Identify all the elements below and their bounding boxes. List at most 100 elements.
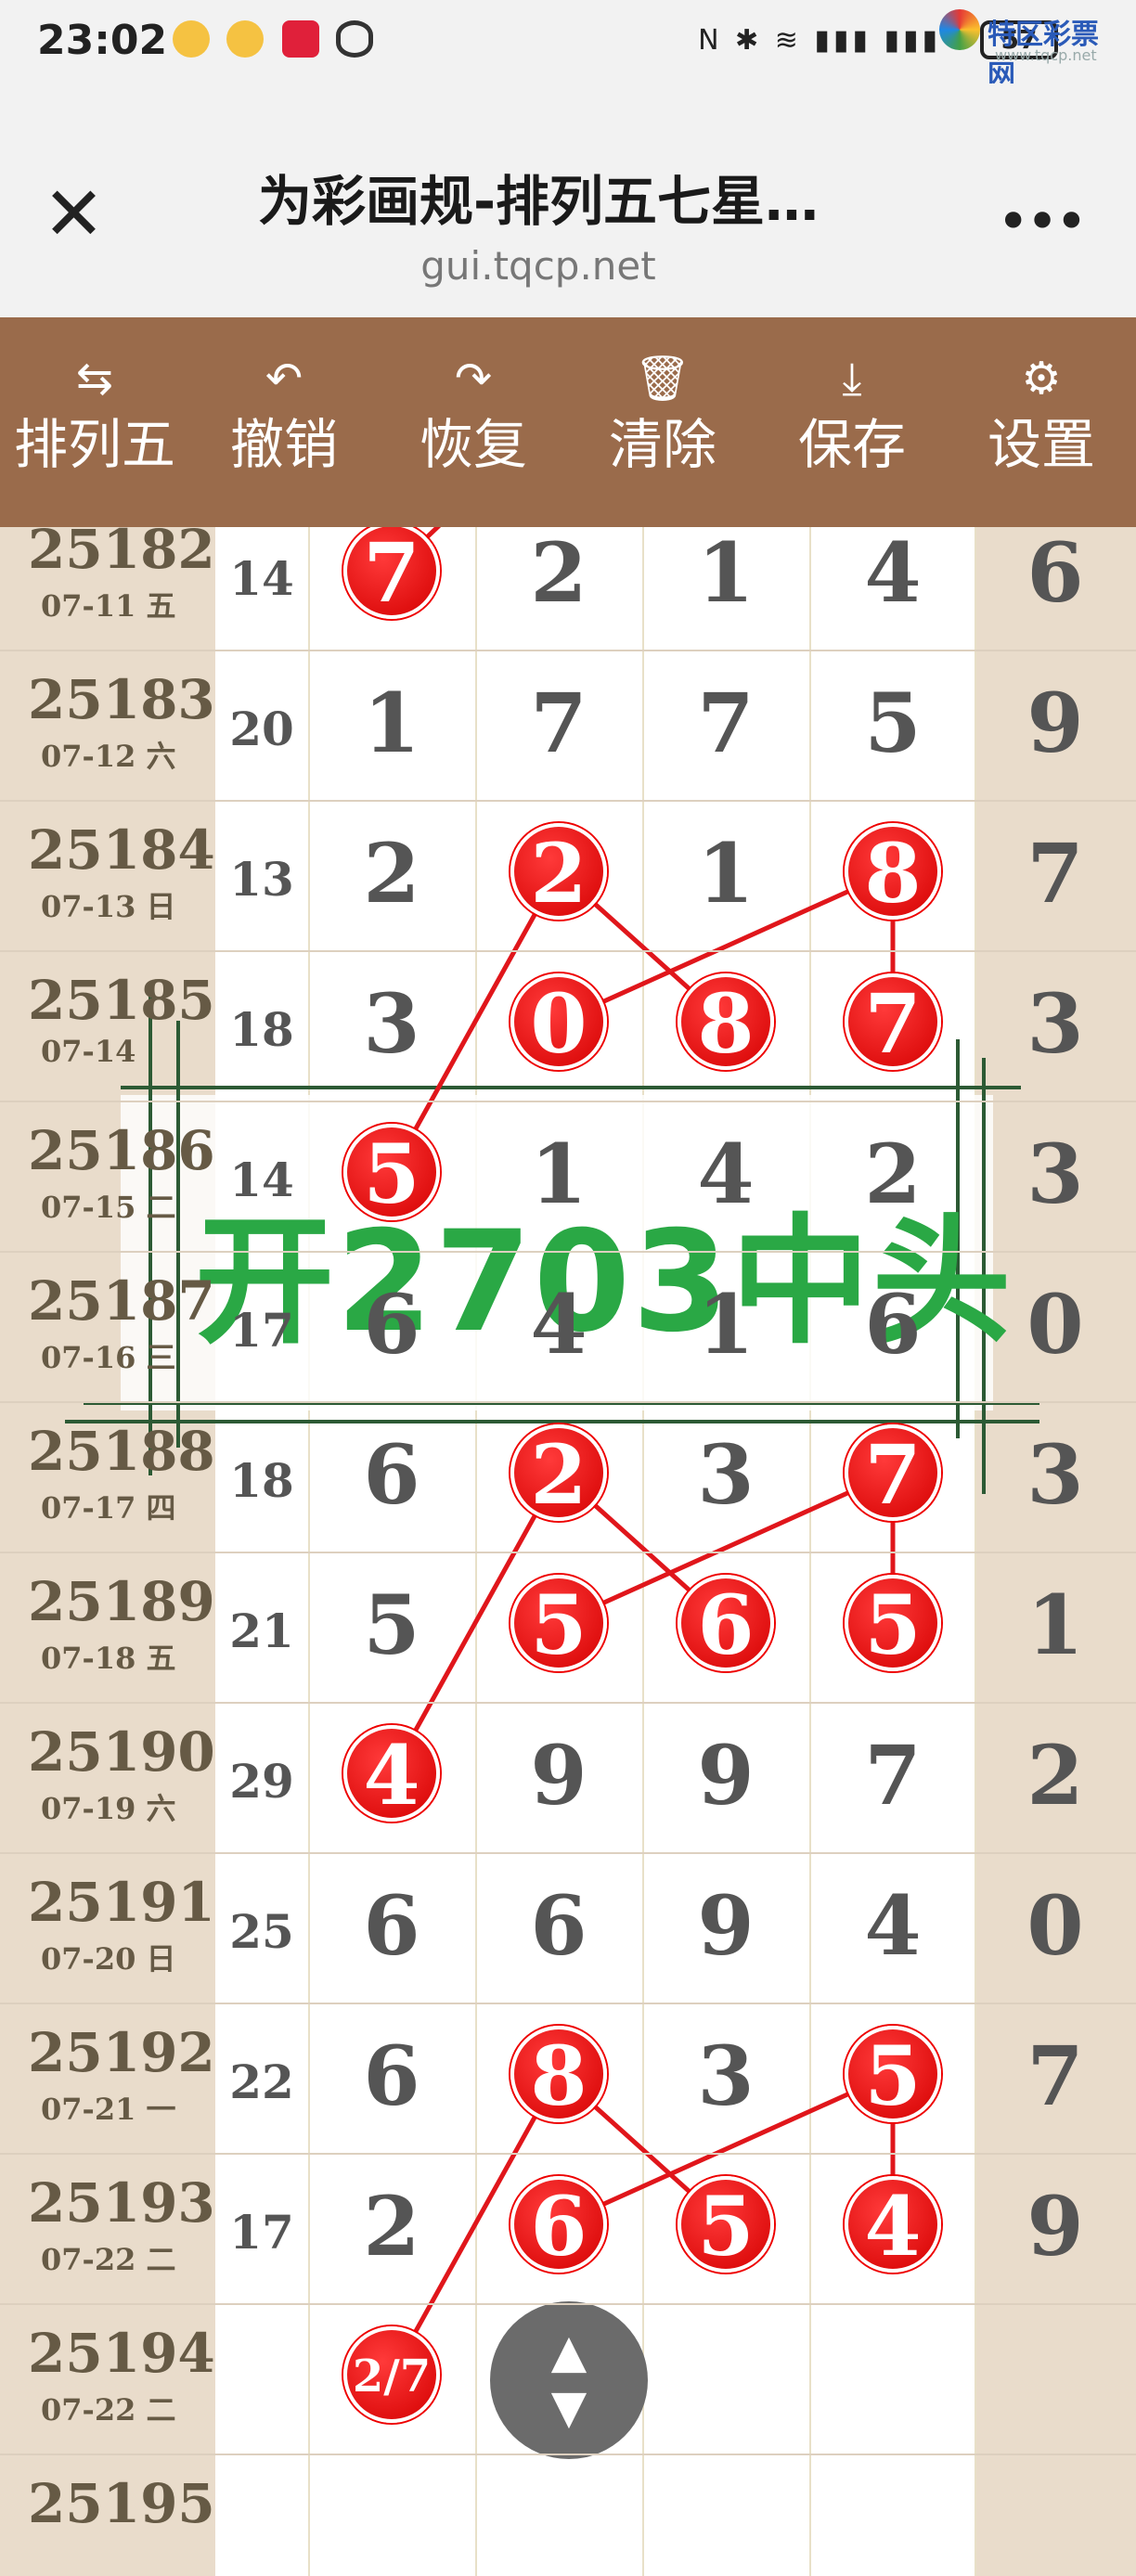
digit-cell: 2 [530,825,587,921]
digit-sum: 17 [229,1303,294,1358]
tail-digit: 9 [1026,2178,1084,2274]
issue-number: 25194 [28,2322,215,2385]
digit-cell: 8 [530,2028,587,2124]
toolbar-label: 清除 [608,413,716,476]
toolbar-label: 设置 [987,413,1095,476]
table-row: 25187 07-16 三 17 6 4 1 6 0 [0,1251,1136,1401]
digit-cell: 9 [697,1727,755,1823]
issue-number: 25190 [28,1720,215,1784]
toolbar-button-4[interactable]: ⤓ 保存 [757,317,947,527]
digit-cell: 6 [530,1877,587,1974]
issue-date: 07-19 六 [41,1791,176,1826]
digit-cell: 1 [697,1276,755,1372]
digit-cell: 4 [697,1126,755,1222]
digit-cell: 2 [530,1426,587,1523]
digit-cell: 6 [363,1877,420,1974]
issue-number: 25184 [28,818,215,882]
digit-cell: 7 [864,1727,922,1823]
tail-digit: 7 [1026,2028,1084,2124]
tail-digit: 0 [1026,1276,1084,1372]
digit-sum: 20 [229,702,294,756]
issue-date: 07-17 四 [41,1490,176,1526]
tail-digit: 2 [1026,1727,1084,1823]
digit-cell: 5 [864,2028,922,2124]
toolbar-button-1[interactable]: ↶ 撤销 [189,317,379,527]
tail-digit: 7 [1026,825,1084,921]
issue-number: 25182 [28,527,215,581]
table-row: 25184 07-13 日 13 2 2 1 8 7 [0,800,1136,950]
issue-date: 07-13 日 [41,889,176,924]
table-row: 25183 07-12 六 20 1 7 7 5 9 [0,650,1136,800]
issue-date: 07-12 六 [41,739,176,774]
toolbar-button-0[interactable]: ⇆ 排列五 [0,317,189,527]
digit-cell: 5 [363,1126,420,1222]
issue-number: 25191 [28,1871,215,1934]
digit-sum: 14 [229,551,294,606]
toolbar-label: 恢复 [419,413,527,476]
trend-chart-grid[interactable]: 25182 07-11 五 14 7 2 1 4 6 25183 07-12 六 20 1 7 7 5 9 25… [0,527,1136,2576]
tail-digit: 3 [1026,1426,1084,1523]
digit-cell: 5 [697,2178,755,2274]
digit-cell: 7 [864,1426,922,1523]
digit-cell: 7 [864,975,922,1072]
digit-sum: 18 [229,1002,294,1057]
close-icon[interactable]: ✕ [43,177,108,251]
digit-cell: 5 [864,1577,922,1673]
issue-date: 07-16 三 [41,1340,176,1375]
table-row: 25190 07-19 六 29 4 9 9 7 2 [0,1702,1136,1852]
toolbar-button-5[interactable]: ⚙ 设置 [947,317,1136,527]
app-notification-icon [282,20,319,58]
table-row: 25193 07-22 二 17 2 6 5 4 9 [0,2153,1136,2303]
more-menu-icon[interactable]: ••• [997,189,1088,254]
page-title: 为彩画规-排列五七星… [257,170,820,233]
issue-number: 25187 [28,1269,215,1333]
digit-cell: 2/7 [352,2351,432,2402]
digit-cell: 5 [864,675,922,771]
issue-date: 07-15 二 [41,1190,176,1225]
issue-number: 25183 [28,668,215,731]
digit-cell: 6 [864,1276,922,1372]
digit-cell: 4 [864,1877,922,1974]
issue-date: 07-11 五 [41,588,176,624]
issue-date: 07-22 二 [41,2242,176,2277]
digit-cell: 4 [363,1727,420,1823]
digit-cell: 5 [363,1577,420,1673]
digit-cell: 6 [530,2178,587,2274]
digit-cell: 1 [697,825,755,921]
issue-number: 25192 [28,2021,215,2084]
digit-cell: 9 [530,1727,587,1823]
digit-cell: 1 [363,675,420,771]
issue-date: 07-22 二 [41,2392,176,2428]
issue-date: 07-20 日 [41,1941,176,1977]
table-row: 25188 07-17 四 18 6 2 3 7 3 [0,1401,1136,1552]
table-row: 25195 [0,2454,1136,2576]
digit-cell: 2 [363,825,420,921]
digit-sum: 14 [229,1153,294,1207]
weibo-notification-icon [173,20,210,58]
table-row: 25192 07-21 一 22 6 8 3 5 7 [0,2003,1136,2153]
digit-cell: 1 [530,1126,587,1222]
digit-sum: 17 [229,2205,294,2260]
digit-cell: 2 [864,1126,922,1222]
tail-digit: 9 [1026,675,1084,771]
swap-icon: ⇆ [75,353,114,405]
weibo-notification-icon [226,20,264,58]
tail-digit: 6 [1026,527,1084,621]
tail-digit: 1 [1026,1577,1084,1673]
issue-date: 07-18 五 [41,1641,176,1676]
table-row: 25194 07-22 二 2/7 [0,2303,1136,2454]
digit-cell: 8 [697,975,755,1072]
table-row: 25189 07-18 五 21 5 5 6 5 1 [0,1552,1136,1702]
digit-cell: 2 [363,2178,420,2274]
signal-icons: N ✱ ≋ ▮▮▮ ▮▮▮ [698,24,941,57]
table-row: 25191 07-20 日 25 6 6 9 4 0 [0,1852,1136,2003]
download-icon: ⤓ [842,353,862,405]
browser-title-bar: ✕ 为彩画规-排列五七星… gui.tqcp.net ••• [0,84,1136,317]
page-url: gui.tqcp.net [420,243,656,289]
issue-date: 07-21 一 [41,2092,176,2127]
toolbar-button-3[interactable]: 🗑 清除 [568,317,757,527]
digit-cell: 6 [363,1276,420,1372]
digit-sum: 25 [229,1904,294,1959]
toolbar-button-2[interactable]: ↷ 恢复 [379,317,568,527]
digit-cell: 5 [530,1577,587,1673]
